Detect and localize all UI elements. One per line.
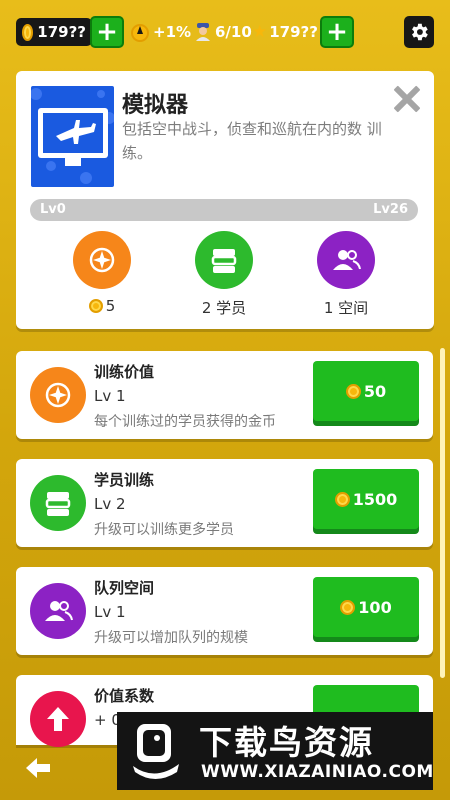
boost-indicator: +1%: [130, 18, 194, 46]
facility-card: 模拟器 包括空中战斗，侦查和巡航在内的数 训练。 Lv0 Lv26 5 2 学员…: [16, 71, 434, 329]
stack-icon: [195, 231, 253, 289]
crew-count: 6/10: [215, 23, 252, 41]
plus-icon: +: [326, 17, 348, 47]
upgrade-price: 100: [358, 597, 392, 617]
upgrade-row-training-value: 训练价值 Lv 1 每个训练过的学员获得的金币 50: [16, 351, 433, 439]
stat-coins: 5: [42, 231, 162, 315]
bird-logo-icon: [133, 724, 179, 779]
upgrade-level: Lv 1: [94, 387, 126, 405]
watermark-name: 下载鸟资源: [199, 723, 374, 762]
upgrade-price: 50: [363, 381, 387, 401]
group-icon: [317, 231, 375, 289]
upgrade-level: Lv 2: [94, 495, 126, 513]
coin-icon: [334, 491, 350, 507]
level-progress-bar: Lv0 Lv26: [30, 199, 418, 221]
gear-icon: [412, 23, 428, 41]
arrow-left-icon: [26, 758, 50, 778]
star-counter: ★ 179??: [252, 18, 318, 46]
star-amount: 179??: [269, 23, 318, 41]
buy-coins-button[interactable]: +: [90, 16, 124, 48]
upgrade-buy-button[interactable]: 100: [313, 577, 419, 637]
plus-icon: +: [96, 17, 118, 47]
back-button[interactable]: [24, 754, 52, 782]
coin-counter: 179??: [16, 18, 92, 46]
group-icon: [30, 583, 86, 639]
arrow-up-icon: [30, 691, 86, 747]
upgrade-buy-button[interactable]: 1500: [313, 469, 419, 529]
simulator-image: [31, 86, 114, 187]
upgrade-buy-button[interactable]: 50: [313, 361, 419, 421]
coin-icon: [88, 299, 103, 313]
facility-description: 包括空中战斗，侦查和巡航在内的数 训练。: [122, 120, 382, 162]
stat-trainees: 2 学员: [164, 231, 284, 318]
upgrade-title: 价值系数: [94, 687, 155, 705]
upgrade-description: 升级可以训练更多学员: [94, 522, 234, 538]
upgrade-description: 每个训练过的学员获得的金币: [94, 414, 276, 430]
facility-title: 模拟器: [122, 93, 189, 118]
boost-coin-icon: [131, 24, 149, 42]
level-min-label: Lv0: [40, 202, 66, 217]
pilot-icon: [196, 23, 210, 41]
boost-value: +1%: [153, 23, 192, 41]
coin-icon: [340, 599, 356, 615]
close-button[interactable]: [392, 85, 420, 113]
stat-trainees-label: 2 学员: [201, 299, 247, 317]
level-max-label: Lv26: [373, 202, 408, 217]
upgrade-title: 训练价值: [94, 363, 155, 381]
upgrade-row-trainee-training: 学员训练 Lv 2 升级可以训练更多学员 1500: [16, 459, 433, 547]
coin-icon: [22, 23, 34, 41]
target-icon: [73, 231, 131, 289]
star-icon: ★: [252, 22, 268, 42]
stack-icon: [30, 475, 86, 531]
simulator-illustration: [31, 88, 114, 184]
coin-icon: [345, 383, 361, 399]
upgrade-price: 1500: [352, 489, 398, 509]
top-bar: 179?? + +1% 6/10 ★ 179?? +: [16, 16, 434, 50]
stat-space: 1 空间: [286, 231, 406, 318]
upgrade-title: 学员训练: [94, 471, 155, 489]
stat-space-label: 1 空间: [323, 299, 369, 317]
upgrade-description: 升级可以增加队列的规模: [94, 630, 248, 646]
upgrade-row-queue-space: 队列空间 Lv 1 升级可以增加队列的规模 100: [16, 567, 433, 655]
target-icon: [30, 367, 86, 423]
scrollbar[interactable]: [440, 348, 445, 678]
buy-stars-button[interactable]: +: [320, 16, 354, 48]
stat-coins-label: 5: [105, 297, 116, 315]
upgrade-title: 队列空间: [94, 579, 155, 597]
upgrade-level: Lv 1: [94, 603, 126, 621]
watermark-url: WWW.XIAZAINIAO.COM: [201, 762, 434, 782]
coin-amount: 179??: [37, 23, 86, 41]
settings-button[interactable]: [404, 16, 434, 48]
watermark: 下载鸟资源 WWW.XIAZAINIAO.COM: [117, 712, 433, 790]
